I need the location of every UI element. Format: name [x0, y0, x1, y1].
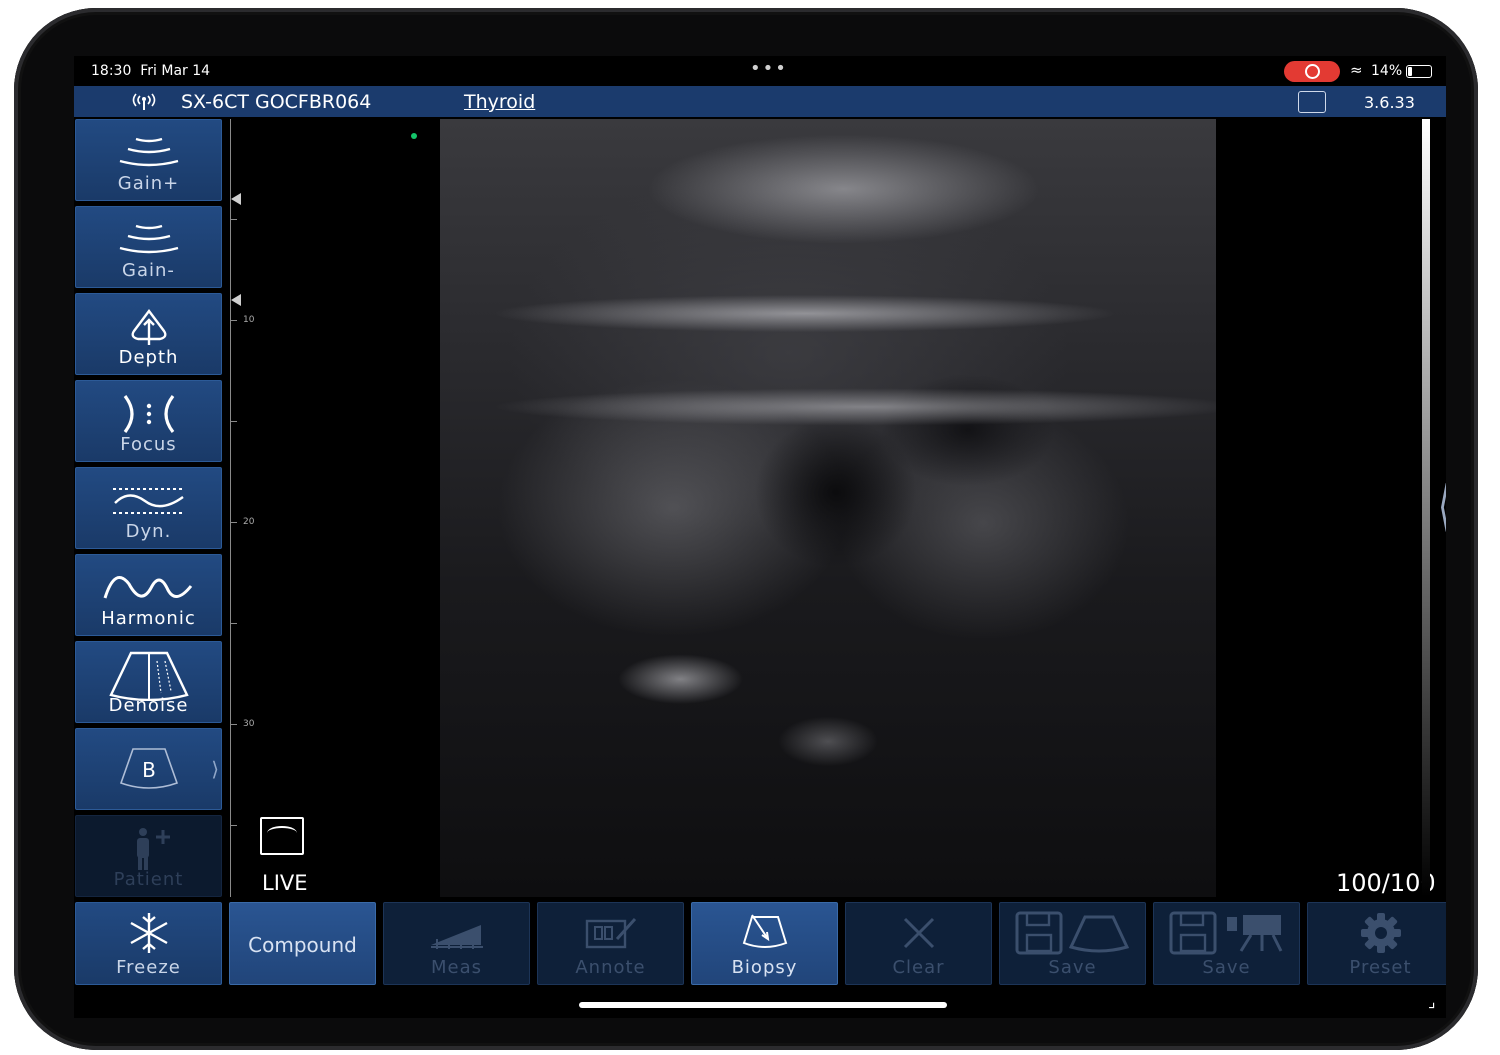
harmonic-button[interactable]: Harmonic — [75, 554, 222, 636]
screen-record-icon[interactable] — [1284, 61, 1340, 82]
svg-text:B: B — [142, 758, 156, 782]
focus-marker-icon[interactable] — [231, 193, 241, 205]
biopsy-icon — [742, 914, 787, 948]
frame-counter: 100/100 — [1336, 869, 1436, 897]
settings-icon[interactable] — [1298, 91, 1326, 113]
ultrasound-image[interactable] — [440, 119, 1216, 897]
app-version: 3.6.33 — [1364, 93, 1415, 112]
wifi-icon: ≈ — [1350, 61, 1363, 79]
b-mode-button[interactable]: B ⟩ — [75, 728, 222, 810]
live-icon — [260, 817, 304, 855]
preset-link[interactable]: Thyroid — [464, 91, 535, 113]
gain-up-icon — [119, 137, 178, 167]
chevron-right-icon: ⟩ — [211, 757, 219, 781]
harmonic-icon — [103, 576, 192, 599]
save-image-icon — [1015, 911, 1129, 955]
denoise-icon — [108, 651, 189, 701]
tablet-frame: 18:30 Fri Mar 14 ••• ≈ 14% SX-6CT GOCFBR… — [14, 8, 1478, 1050]
battery-percent: 14% — [1371, 63, 1403, 79]
annotate-button[interactable]: Annote — [537, 902, 684, 985]
depth-icon — [130, 309, 167, 345]
annotate-icon — [585, 917, 636, 949]
save-video-button[interactable]: Save — [1153, 902, 1300, 985]
probe-name: SX-6CT GOCFBR064 — [181, 91, 372, 113]
status-time: 18:30 Fri Mar 14 — [91, 63, 211, 79]
patient-icon — [136, 828, 170, 870]
bottom-toolbar: Freeze Compound Meas Annote Biopsy Clear — [74, 902, 1446, 985]
gear-icon — [1360, 913, 1401, 953]
home-indicator[interactable] — [579, 1002, 947, 1008]
biopsy-button[interactable]: Biopsy — [691, 902, 838, 985]
patient-button[interactable]: Patient — [75, 815, 222, 897]
b-mode-icon: B — [119, 748, 178, 789]
gain-up-button[interactable]: Gain+ — [75, 119, 222, 201]
clear-button[interactable]: Clear — [845, 902, 992, 985]
denoise-button[interactable]: Denoise — [75, 641, 222, 723]
compound-button[interactable]: Compound — [229, 902, 376, 985]
multitasking-dots-icon[interactable]: ••• — [750, 58, 788, 79]
depth-button[interactable]: Depth — [75, 293, 222, 375]
clear-icon — [903, 917, 934, 949]
orientation-dot — [411, 133, 417, 139]
status-bar: 18:30 Fri Mar 14 ••• ≈ 14% — [74, 56, 1446, 86]
battery-icon — [1406, 65, 1432, 78]
snowflake-icon — [129, 913, 168, 953]
live-label: LIVE — [262, 871, 308, 895]
dynamic-range-button[interactable]: Dyn. — [75, 467, 222, 549]
focus-icon — [123, 395, 174, 433]
gain-down-button[interactable]: Gain- — [75, 206, 222, 288]
measure-icon — [430, 925, 483, 949]
dynamic-range-icon — [112, 488, 185, 514]
measure-button[interactable]: Meas — [383, 902, 530, 985]
gain-down-icon — [119, 224, 178, 254]
pencil-corner-icon: ⌟ — [1428, 992, 1436, 1011]
save-image-button[interactable]: Save — [999, 902, 1146, 985]
side-panel-chevron-icon[interactable]: ⟨ — [1438, 475, 1446, 539]
wireless-probe-icon — [130, 90, 158, 116]
focus-marker-icon[interactable] — [231, 294, 241, 306]
focus-button[interactable]: Focus — [75, 380, 222, 462]
app-screen: 18:30 Fri Mar 14 ••• ≈ 14% SX-6CT GOCFBR… — [74, 56, 1446, 1018]
freeze-button[interactable]: Freeze — [75, 902, 222, 985]
preset-button[interactable]: Preset — [1307, 902, 1446, 985]
grayscale-bar — [1422, 119, 1430, 897]
depth-tick-label: 10 — [243, 315, 255, 325]
depth-tick-label: 30 — [243, 719, 255, 729]
save-video-icon — [1169, 911, 1282, 955]
depth-ruler: 10 20 30 — [230, 119, 254, 897]
ultrasound-view[interactable]: 10 20 30 LIVE 100/100 ⟨ — [228, 119, 1446, 897]
app-header: SX-6CT GOCFBR064 Thyroid 3.6.33 — [74, 86, 1446, 117]
depth-tick-label: 20 — [243, 517, 255, 527]
